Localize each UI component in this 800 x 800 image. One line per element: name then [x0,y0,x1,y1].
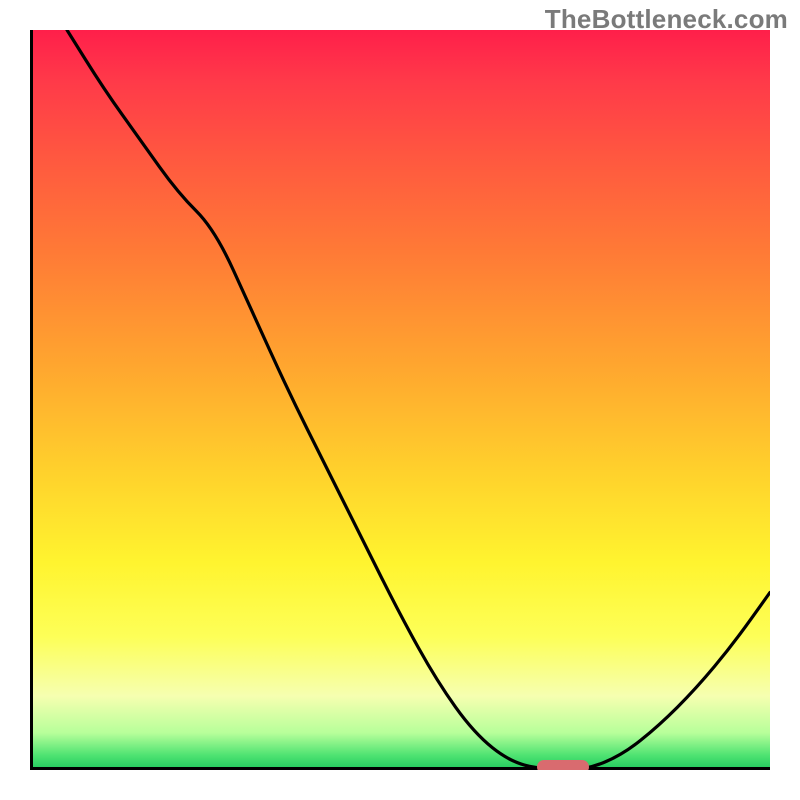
bottleneck-chart: TheBottleneck.com [0,0,800,800]
optimal-marker [537,760,589,770]
plot-area [30,30,770,770]
curve-svg [30,30,770,770]
watermark-text: TheBottleneck.com [545,4,788,35]
bottleneck-curve-path [67,30,770,770]
